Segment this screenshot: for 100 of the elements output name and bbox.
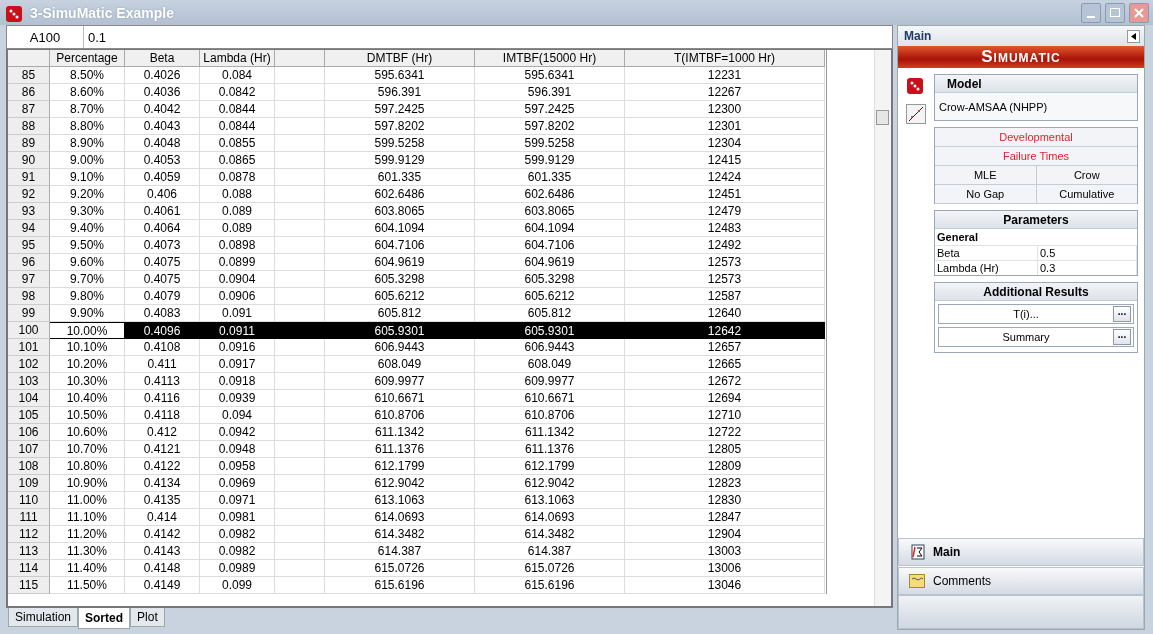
table-cell: 597.8202 (475, 118, 625, 135)
table-cell: 0.4064 (125, 220, 200, 237)
table-cell: 0.091 (200, 305, 275, 322)
table-cell: 12640 (625, 305, 825, 322)
table-cell: 12665 (625, 356, 825, 373)
table-cell: 604.1094 (325, 220, 475, 237)
table-cell: 12304 (625, 135, 825, 152)
table-cell: 0.0911 (200, 322, 275, 339)
table-cell: 608.049 (325, 356, 475, 373)
ellipsis-button[interactable]: ... (1113, 306, 1131, 322)
table-cell: 0.0982 (200, 543, 275, 560)
row-header: 98 (8, 288, 50, 305)
option-cell[interactable]: Failure Times (935, 147, 1137, 166)
row-header: 87 (8, 101, 50, 118)
table-cell: 10.20% (50, 356, 125, 373)
table-cell: 0.4061 (125, 203, 200, 220)
option-cell[interactable]: No Gap (935, 185, 1037, 204)
table-cell: 12830 (625, 492, 825, 509)
close-button[interactable] (1129, 2, 1149, 23)
vertical-scrollbar[interactable] (874, 50, 891, 606)
table-cell (275, 135, 325, 152)
table-cell: 0.0916 (200, 339, 275, 356)
option-cell[interactable]: Developmental (935, 128, 1137, 147)
maximize-button[interactable] (1105, 2, 1125, 23)
option-cell[interactable]: MLE (935, 166, 1037, 185)
table-cell: 597.2425 (325, 101, 475, 118)
table-cell: 0.0917 (200, 356, 275, 373)
row-header: 110 (8, 492, 50, 509)
table-cell: 605.9301 (475, 322, 625, 339)
table-cell: 0.0948 (200, 441, 275, 458)
table-cell: 12823 (625, 475, 825, 492)
sheet-tab[interactable]: Plot (130, 608, 165, 627)
nav-button[interactable]: Main (898, 538, 1144, 566)
close-icon (1134, 7, 1144, 18)
result-button[interactable]: T(i)... ... (938, 304, 1134, 324)
row-header: 111 (8, 509, 50, 526)
option-cell[interactable]: Crow (1036, 166, 1137, 185)
table-cell: 12424 (625, 169, 825, 186)
table-cell: 10.00% (50, 322, 125, 339)
table-cell: 12657 (625, 339, 825, 356)
table-cell: 0.0844 (200, 101, 275, 118)
chart-line-icon[interactable] (906, 104, 926, 124)
result-button[interactable]: Summary ... (938, 327, 1134, 347)
table-cell: 0.4048 (125, 135, 200, 152)
table-cell: 0.4059 (125, 169, 200, 186)
table-cell (275, 356, 325, 373)
table-cell: 604.7106 (325, 237, 475, 254)
table-cell: 612.1799 (325, 458, 475, 475)
table-cell: 9.00% (50, 152, 125, 169)
table-cell: 12904 (625, 526, 825, 543)
table-cell: 12710 (625, 407, 825, 424)
table-cell: 611.1376 (325, 441, 475, 458)
table-cell: 0.0842 (200, 84, 275, 101)
table-cell: 615.6196 (325, 577, 475, 594)
table-cell: 8.60% (50, 84, 125, 101)
table-cell: 0.4053 (125, 152, 200, 169)
table-cell: 0.0942 (200, 424, 275, 441)
table-cell: 0.4083 (125, 305, 200, 322)
row-header: 89 (8, 135, 50, 152)
parameter-value[interactable]: 0.3 (1038, 261, 1137, 275)
option-cell[interactable]: Cumulative (1036, 185, 1137, 204)
parameter-name: Lambda (Hr) (935, 261, 1038, 275)
sheet-tab[interactable]: Sorted (78, 608, 131, 629)
parameter-value[interactable]: 0.5 (1038, 246, 1137, 260)
group-label: General (936, 230, 979, 245)
table-cell: 604.1094 (475, 220, 625, 237)
table-cell: 610.8706 (475, 407, 625, 424)
sheet-tab[interactable]: Simulation (8, 608, 79, 627)
table-cell: 599.9129 (475, 152, 625, 169)
table-cell: 0.0958 (200, 458, 275, 475)
table-cell: 0.4116 (125, 390, 200, 407)
table-cell: 12301 (625, 118, 825, 135)
minimize-button[interactable] (1081, 2, 1101, 23)
table-cell: 613.1063 (325, 492, 475, 509)
table-cell: 0.4075 (125, 271, 200, 288)
row-header: 105 (8, 407, 50, 424)
table-cell: 0.0898 (200, 237, 275, 254)
table-cell (275, 220, 325, 237)
table-cell: 11.20% (50, 526, 125, 543)
table-cell: 609.9977 (325, 373, 475, 390)
table-cell: 12722 (625, 424, 825, 441)
table-cell: 602.6486 (475, 186, 625, 203)
table-cell: 596.391 (475, 84, 625, 101)
table-cell: 12231 (625, 67, 825, 84)
table-cell (275, 203, 325, 220)
table-cell: 610.6671 (475, 390, 625, 407)
table-cell: 605.3298 (475, 271, 625, 288)
row-header: 113 (8, 543, 50, 560)
ellipsis-button[interactable]: ... (1113, 329, 1131, 345)
table-cell: 12587 (625, 288, 825, 305)
table-cell: 0.0878 (200, 169, 275, 186)
table-cell: 0.0904 (200, 271, 275, 288)
column-header: DMTBF (Hr) (325, 50, 475, 67)
table-cell: 595.6341 (475, 67, 625, 84)
table-cell: 12694 (625, 390, 825, 407)
nav-button[interactable]: Comments (898, 567, 1144, 595)
collapse-button[interactable] (1127, 29, 1140, 43)
table-cell: 0.4026 (125, 67, 200, 84)
table-cell: 604.9619 (325, 254, 475, 271)
table-cell: 0.0865 (200, 152, 275, 169)
